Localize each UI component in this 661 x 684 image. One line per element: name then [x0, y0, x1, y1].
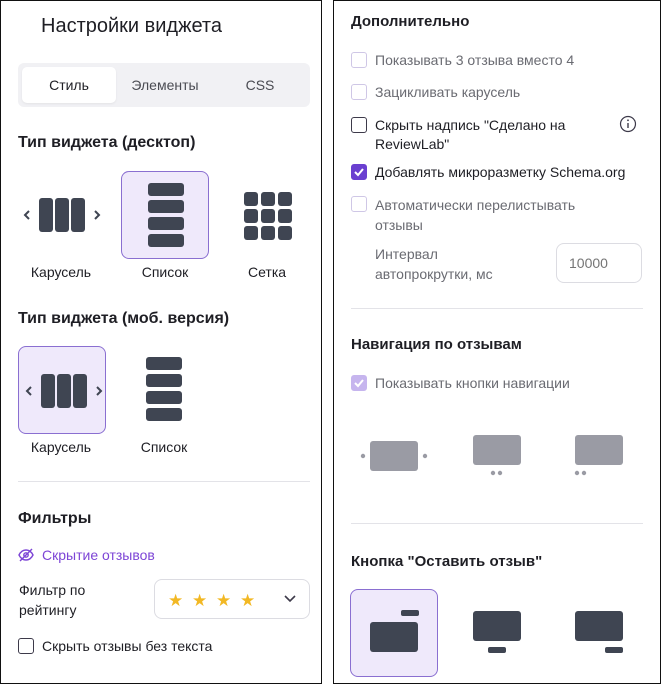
hide-reviews-link[interactable]: Скрытие отзывов	[42, 547, 155, 563]
hide-without-text-label: Скрыть отзывы без текста	[42, 638, 213, 654]
mobile-type-title: Тип виджета (моб. версия)	[18, 310, 230, 327]
checkmark-icon	[354, 379, 364, 388]
button-bottom-center-icon[interactable]	[470, 611, 524, 657]
desktop-option-list[interactable]	[121, 171, 209, 259]
divider	[351, 308, 643, 309]
button-bottom-right-icon[interactable]	[572, 611, 626, 657]
star-icon: ★	[216, 591, 232, 610]
hide-without-text-checkbox[interactable]	[18, 638, 34, 654]
tab-elements[interactable]: Элементы	[118, 67, 212, 103]
carousel-icon	[25, 374, 103, 408]
desktop-option-grid-label: Сетка	[247, 264, 287, 280]
star-icon: ★	[240, 591, 256, 610]
loop-carousel-checkbox[interactable]	[351, 84, 367, 100]
star-icon: ★	[168, 591, 184, 610]
mobile-option-list[interactable]	[120, 346, 208, 434]
navigation-title: Навигация по отзывам	[351, 336, 522, 353]
settings-tabs: Стиль Элементы CSS	[18, 63, 310, 107]
show-nav-buttons-checkbox[interactable]	[351, 375, 367, 391]
widget-settings-panel: Настройки виджета Стиль Элементы CSS Тип…	[0, 0, 322, 684]
nav-style-bottom-dots-icon[interactable]	[470, 435, 524, 477]
checkmark-icon	[354, 168, 364, 177]
schema-markup-checkbox[interactable]	[351, 164, 367, 180]
divider	[18, 481, 310, 482]
grid-icon	[244, 192, 292, 240]
filters-title: Фильтры	[18, 510, 92, 527]
desktop-option-carousel-label: Карусель	[30, 264, 92, 280]
auto-scroll-checkbox[interactable]	[351, 196, 367, 212]
desktop-option-list-label: Список	[141, 264, 189, 280]
schema-markup-label: Добавлять микроразметку Schema.org	[375, 164, 626, 180]
chevron-down-icon	[284, 595, 296, 603]
button-top-right-icon	[370, 610, 419, 652]
eye-off-icon	[18, 548, 34, 562]
nav-style-side-arrows-icon[interactable]	[360, 437, 430, 473]
show-three-reviews-label: Показывать 3 отзыва вместо 4	[375, 52, 575, 68]
hide-branding-label: Скрыть надпись "Сделано на ReviewLab"	[375, 117, 566, 152]
leave-review-style-top-right[interactable]	[350, 589, 438, 677]
info-icon[interactable]	[619, 115, 637, 133]
mobile-option-carousel[interactable]	[18, 346, 106, 434]
rating-filter-label: Фильтр по рейтингу	[19, 582, 86, 618]
desktop-option-carousel[interactable]	[17, 171, 105, 259]
tab-css[interactable]: CSS	[214, 67, 306, 103]
interval-input[interactable]	[556, 243, 642, 283]
mobile-option-list-label: Список	[140, 439, 188, 455]
carousel-icon	[23, 198, 101, 232]
desktop-option-grid[interactable]	[223, 171, 311, 259]
auto-scroll-label: Автоматически перелистывать отзывы	[375, 197, 576, 233]
nav-style-bottom-left-dots-icon[interactable]	[572, 435, 626, 477]
leave-review-title: Кнопка "Оставить отзыв"	[351, 553, 543, 570]
show-nav-buttons-label: Показывать кнопки навигации	[375, 375, 570, 391]
list-icon	[148, 183, 184, 247]
tab-style[interactable]: Стиль	[22, 67, 116, 103]
hide-branding-checkbox[interactable]	[351, 117, 367, 133]
desktop-type-title: Тип виджета (десктоп)	[18, 134, 196, 151]
show-three-reviews-checkbox[interactable]	[351, 52, 367, 68]
additional-title: Дополнительно	[351, 13, 470, 30]
additional-settings-panel: Дополнительно Показывать 3 отзыва вместо…	[333, 0, 661, 684]
rating-filter-select[interactable]: ★ ★ ★ ★	[154, 579, 310, 619]
loop-carousel-label: Зацикливать карусель	[375, 84, 521, 100]
mobile-option-carousel-label: Карусель	[30, 439, 92, 455]
star-icon: ★	[192, 591, 208, 610]
panel-title: Настройки виджета	[41, 15, 222, 37]
list-icon	[146, 357, 182, 421]
divider	[351, 523, 643, 524]
interval-label: Интервал автопрокрутки, мс	[375, 246, 493, 282]
